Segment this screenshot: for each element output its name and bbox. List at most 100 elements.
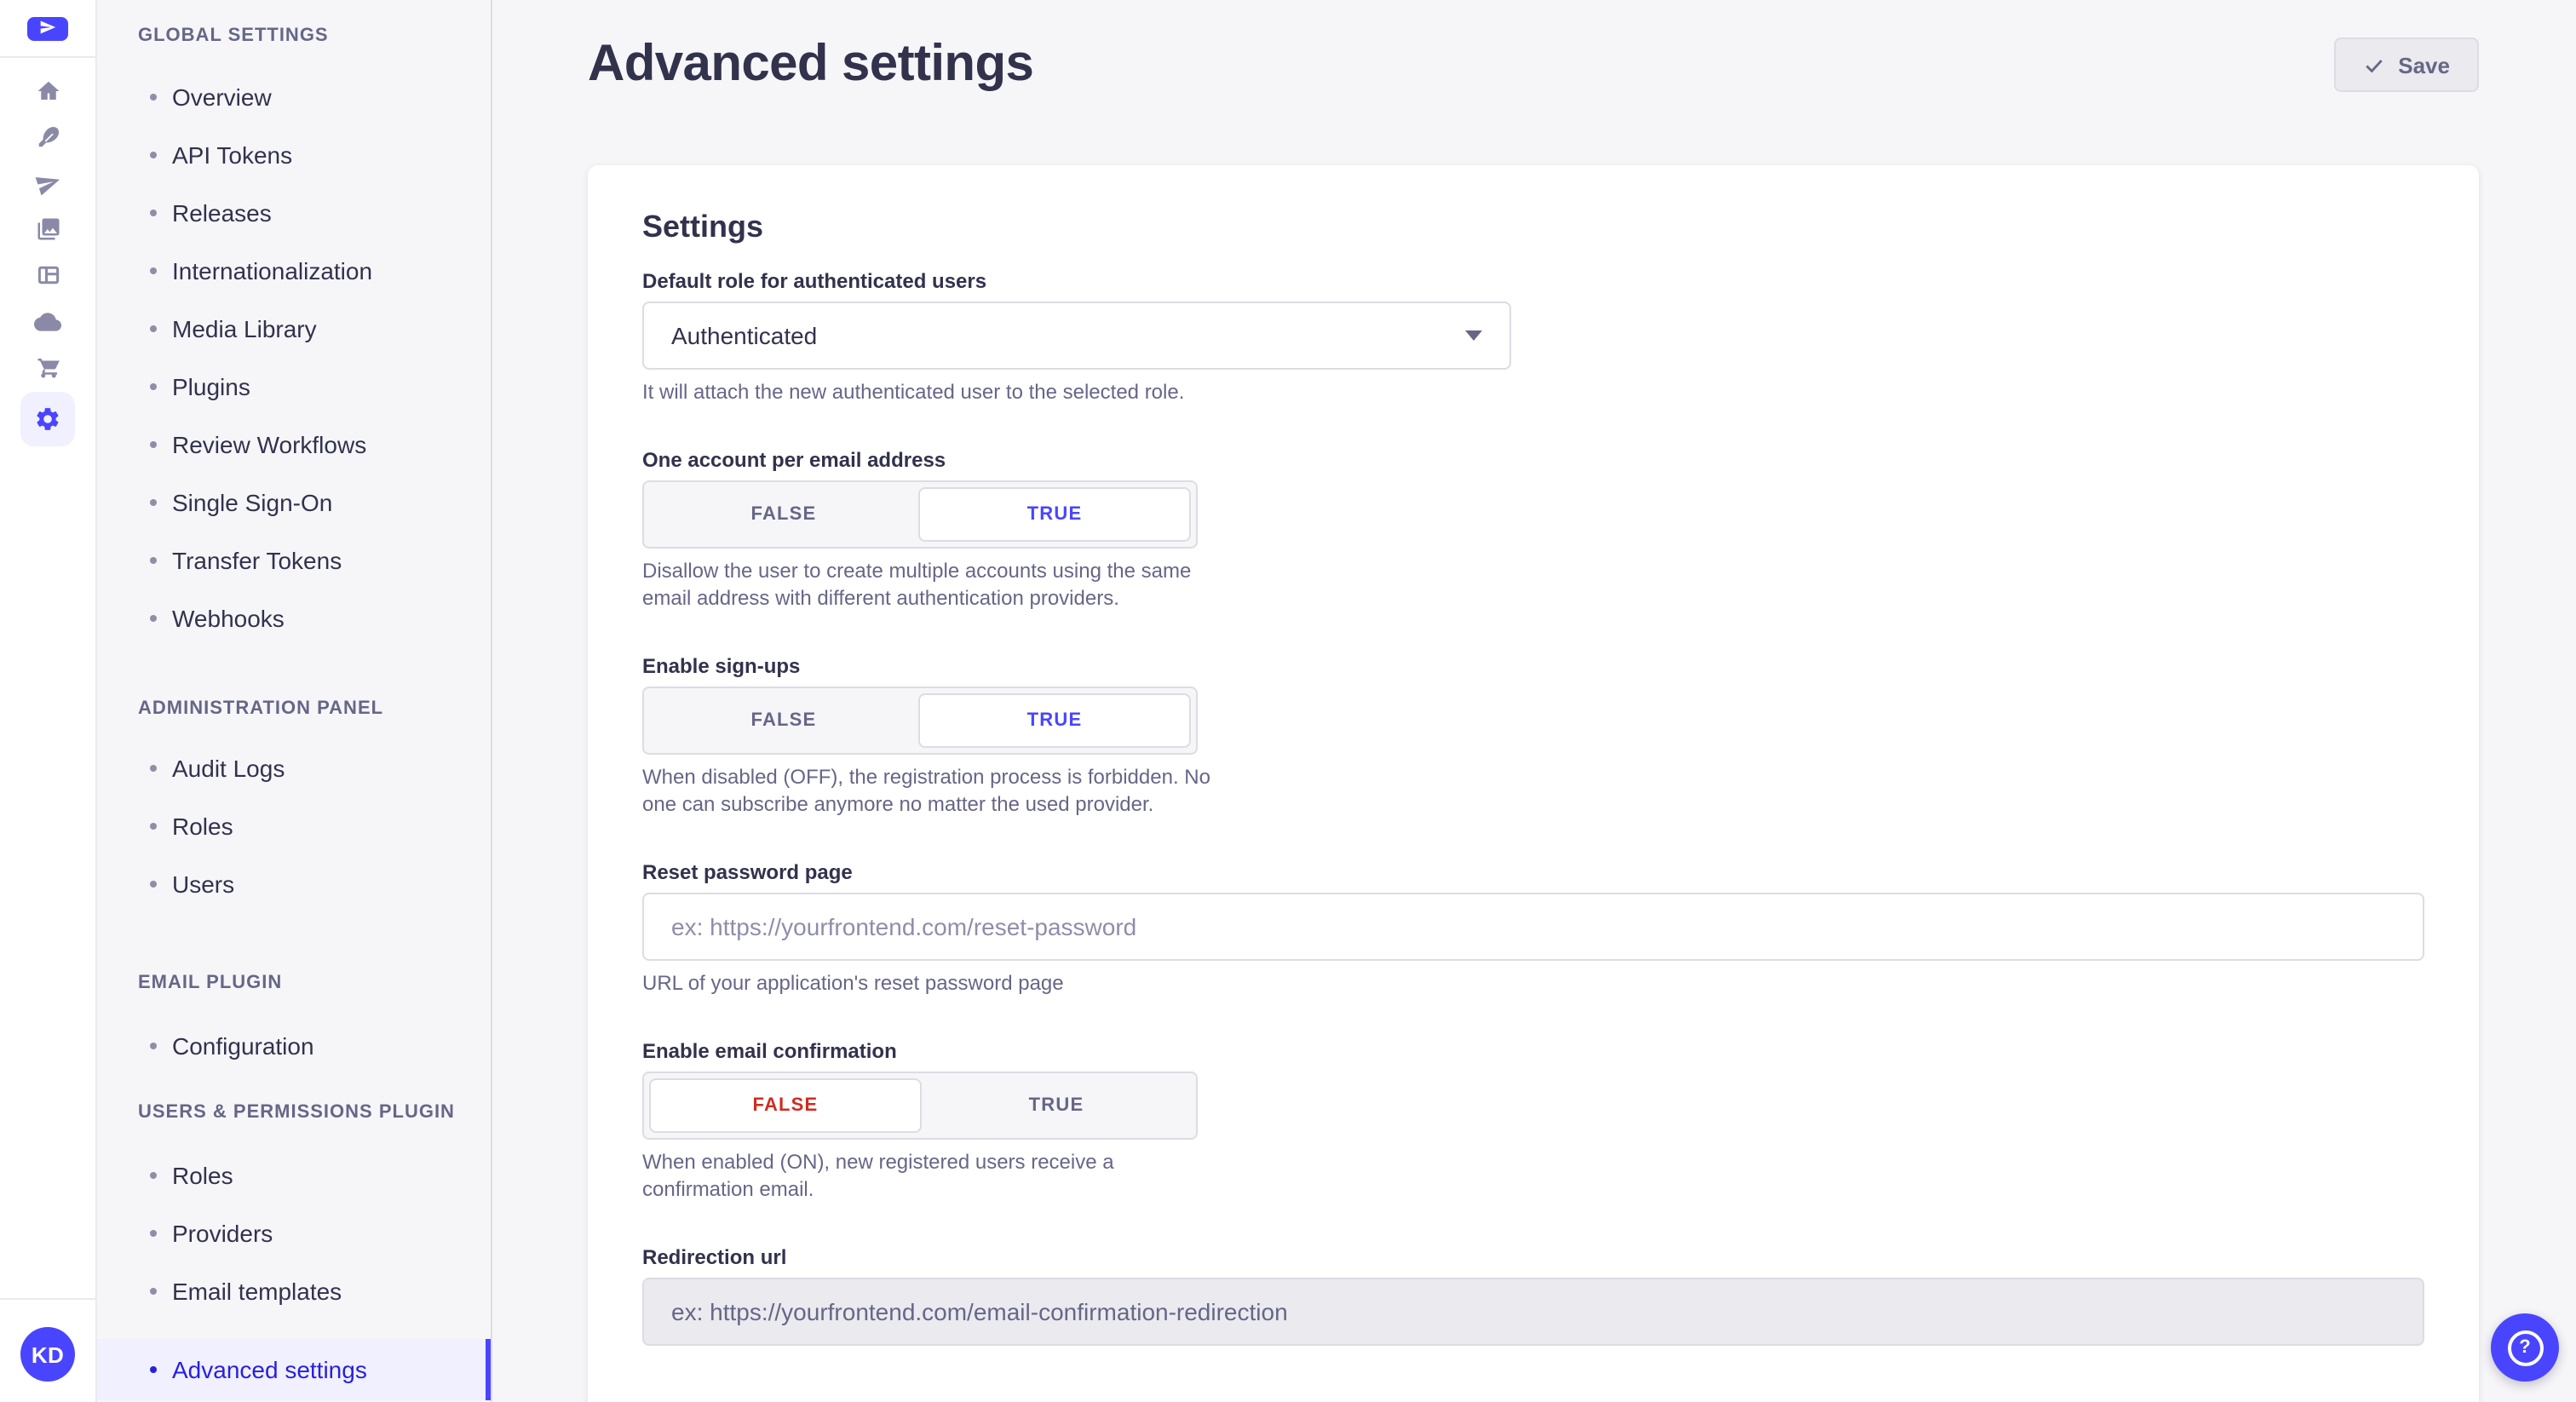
bullet-icon <box>150 823 157 830</box>
bullet-icon <box>150 267 157 274</box>
subnav-item-label: API Tokens <box>172 141 292 169</box>
enable-signups-label: Enable sign-ups <box>642 652 2424 680</box>
bullet-icon <box>150 1288 157 1295</box>
subnav-item-label: Transfer Tokens <box>172 547 342 574</box>
subnav-item-label: Roles <box>172 813 233 840</box>
settings-card: Settings Default role for authenticated … <box>588 165 2479 1402</box>
field-redirection-url: Redirection url <box>642 1244 2424 1346</box>
strapi-logo[interactable] <box>27 17 68 41</box>
page-title: Advanced settings <box>588 37 1033 92</box>
bullet-icon <box>150 615 157 622</box>
bullet-icon <box>150 441 157 448</box>
subnav-item-up-roles[interactable]: Roles <box>97 1146 491 1204</box>
main-content: Advanced settings Save Settings Default … <box>492 0 2576 1402</box>
home-icon[interactable] <box>0 68 96 114</box>
subnav-item-label: Releases <box>172 199 272 227</box>
paper-plane-icon[interactable] <box>0 160 96 206</box>
subnav-item-label: Internationalization <box>172 257 372 284</box>
subnav-item-single-sign-on[interactable]: Single Sign-On <box>97 474 491 531</box>
default-role-label: Default role for authenticated users <box>642 267 2424 295</box>
subnav-item-admin-users[interactable]: Users <box>97 855 491 913</box>
field-enable-signups: Enable sign-ups FALSE TRUE When disabled… <box>642 652 2424 818</box>
field-email-confirmation: Enable email confirmation FALSE TRUE Whe… <box>642 1037 2424 1203</box>
enable-signups-option-false[interactable]: FALSE <box>649 693 918 748</box>
one-account-toggle: FALSE TRUE <box>642 480 1198 549</box>
icon-sidebar-menu <box>0 58 95 446</box>
default-role-hint: It will attach the new authenticated use… <box>642 378 2424 405</box>
enable-signups-toggle: FALSE TRUE <box>642 687 1198 755</box>
settings-gear-icon-active[interactable] <box>20 392 75 446</box>
feather-icon[interactable] <box>0 114 96 160</box>
bullet-icon <box>150 210 157 216</box>
field-reset-password: Reset password page URL of your applicat… <box>642 859 2424 997</box>
bullet-icon <box>150 1172 157 1179</box>
subnav-item-internationalization[interactable]: Internationalization <box>97 242 491 300</box>
reset-password-input[interactable] <box>642 893 2424 961</box>
layout-icon[interactable] <box>0 252 96 298</box>
check-icon <box>2362 54 2384 76</box>
subnav-item-email-configuration[interactable]: Configuration <box>97 1017 491 1075</box>
subnav-item-label: Media Library <box>172 315 317 342</box>
default-role-select[interactable]: Authenticated <box>642 302 1511 370</box>
bullet-icon <box>150 557 157 564</box>
icon-sidebar-footer: KD <box>0 1298 95 1402</box>
bullet-icon <box>150 765 157 772</box>
bullet-icon <box>150 152 157 158</box>
subnav-item-label: Review Workflows <box>172 431 366 458</box>
subnav-item-up-advanced-settings[interactable]: Advanced settings <box>97 1339 491 1400</box>
email-confirmation-hint: When enabled (ON), new registered users … <box>642 1148 1211 1203</box>
one-account-hint: Disallow the user to create multiple acc… <box>642 557 1211 612</box>
subnav-item-admin-roles[interactable]: Roles <box>97 797 491 855</box>
subnav-item-label: Users <box>172 871 234 898</box>
subnav-item-label: Webhooks <box>172 605 285 632</box>
bullet-icon <box>150 1366 157 1373</box>
subnav-item-label: Overview <box>172 83 272 111</box>
subnav-item-label: Single Sign-On <box>172 489 332 516</box>
page-header: Advanced settings Save <box>588 37 2479 92</box>
media-library-icon[interactable] <box>0 206 96 252</box>
subnav-item-webhooks[interactable]: Webhooks <box>97 589 491 647</box>
bullet-icon <box>150 499 157 506</box>
enable-signups-option-true[interactable]: TRUE <box>918 693 1191 748</box>
subnav-item-media-library[interactable]: Media Library <box>97 300 491 358</box>
bullet-icon <box>150 325 157 332</box>
cart-icon[interactable] <box>0 344 96 390</box>
user-avatar[interactable]: KD <box>20 1327 75 1382</box>
settings-card-heading: Settings <box>642 206 2424 247</box>
cloud-icon[interactable] <box>0 298 96 344</box>
subnav-item-label: Providers <box>172 1220 273 1247</box>
subnav-item-label: Email templates <box>172 1278 342 1305</box>
redirection-url-input <box>642 1278 2424 1346</box>
subnav-item-label: Configuration <box>172 1032 314 1060</box>
email-confirmation-option-true[interactable]: TRUE <box>922 1078 1191 1133</box>
subnav-item-audit-logs[interactable]: Audit Logs <box>97 739 491 797</box>
subnav-item-overview[interactable]: Overview <box>97 68 491 126</box>
email-confirmation-option-false[interactable]: FALSE <box>649 1078 922 1133</box>
field-one-account: One account per email address FALSE TRUE… <box>642 446 2424 612</box>
subnav-item-transfer-tokens[interactable]: Transfer Tokens <box>97 531 491 589</box>
subnav-item-label: Plugins <box>172 373 250 400</box>
one-account-option-true[interactable]: TRUE <box>918 487 1191 542</box>
subnav-item-label: Audit Logs <box>172 755 285 782</box>
subnav-item-api-tokens[interactable]: API Tokens <box>97 126 491 184</box>
subnav-item-up-email-templates[interactable]: Email templates <box>97 1262 491 1320</box>
subnav-item-label: Roles <box>172 1162 233 1189</box>
one-account-option-false[interactable]: FALSE <box>649 487 918 542</box>
redirection-url-label: Redirection url <box>642 1244 2424 1271</box>
bullet-icon <box>150 881 157 888</box>
question-mark-icon: ? <box>2507 1330 2543 1365</box>
enable-signups-hint: When disabled (OFF), the registration pr… <box>642 763 1211 818</box>
reset-password-hint: URL of your application's reset password… <box>642 969 2424 997</box>
subnav-item-label: Advanced settings <box>172 1356 367 1383</box>
bullet-icon <box>150 1043 157 1049</box>
help-button[interactable]: ? <box>2491 1313 2559 1382</box>
bullet-icon <box>150 94 157 101</box>
subnav-item-review-workflows[interactable]: Review Workflows <box>97 416 491 474</box>
email-confirmation-toggle: FALSE TRUE <box>642 1072 1198 1140</box>
subnav-item-plugins[interactable]: Plugins <box>97 358 491 416</box>
subnav-item-up-providers[interactable]: Providers <box>97 1204 491 1262</box>
save-button[interactable]: Save <box>2333 37 2479 92</box>
app-viewport: KD Global settings Overview API Tokens R… <box>0 0 2576 1402</box>
subnav-item-releases[interactable]: Releases <box>97 184 491 242</box>
chevron-down-icon <box>1465 330 1482 341</box>
